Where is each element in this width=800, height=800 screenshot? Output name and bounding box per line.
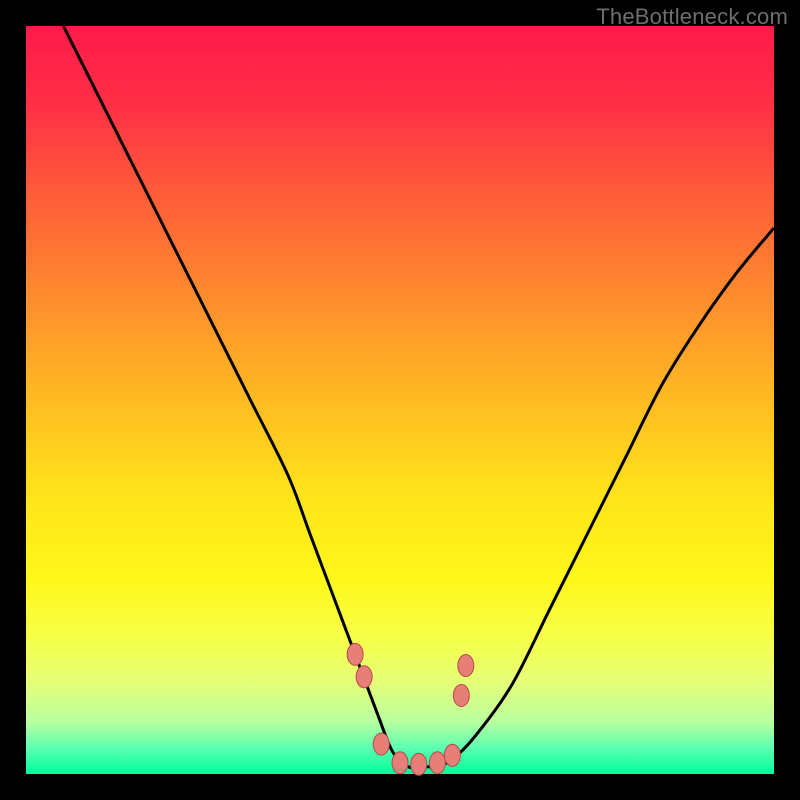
marker-point: [373, 733, 389, 755]
chart-svg: [26, 26, 774, 774]
plot-area: [26, 26, 774, 774]
marker-point: [356, 666, 372, 688]
marker-point: [392, 752, 408, 774]
bottleneck-curve: [63, 26, 774, 768]
marker-point: [429, 752, 445, 774]
watermark-text: TheBottleneck.com: [596, 4, 788, 30]
marker-point: [347, 643, 363, 665]
marker-point: [458, 655, 474, 677]
marker-point: [453, 684, 469, 706]
marker-point: [411, 753, 427, 775]
marker-group: [347, 643, 474, 775]
marker-point: [444, 744, 460, 766]
chart-frame: TheBottleneck.com: [0, 0, 800, 800]
